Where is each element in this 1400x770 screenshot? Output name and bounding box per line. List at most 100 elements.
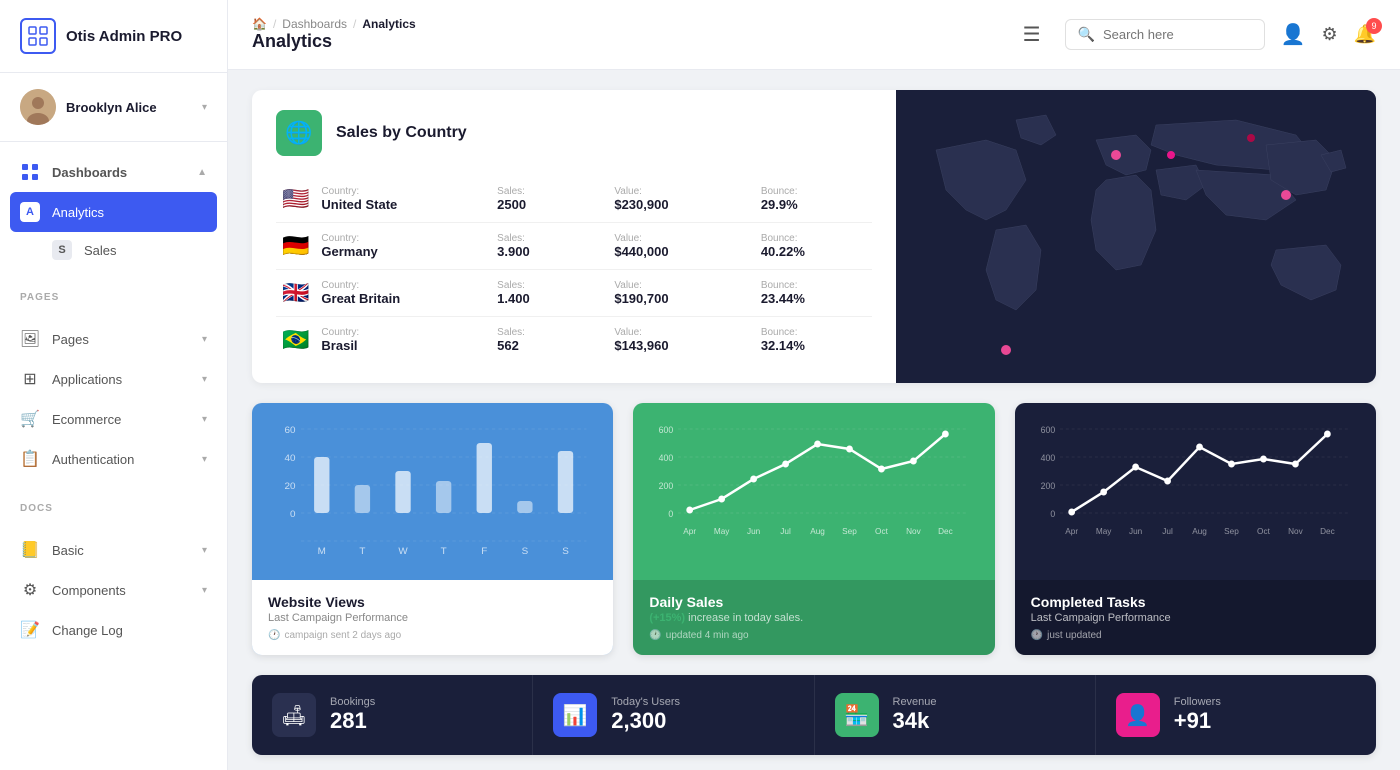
- clock-icon: 🕐: [268, 630, 280, 641]
- stat-value-revenue: 34k: [893, 708, 937, 734]
- stat-text-today_users: Today's Users 2,300: [611, 696, 680, 734]
- stat-value-bookings: 281: [330, 708, 375, 734]
- website-views-title: Website Views: [268, 594, 597, 610]
- stat-icon-followers: 👤: [1116, 693, 1160, 737]
- country-table: 🇺🇸 Country: United State Sales: 2500 Val…: [276, 176, 872, 363]
- stat-label-followers: Followers: [1174, 696, 1221, 708]
- stat-label-today_users: Today's Users: [611, 696, 680, 708]
- daily-sales-card: 600 400 200 0: [633, 403, 994, 655]
- breadcrumb-sep1: /: [273, 17, 276, 31]
- globe-icon: 🌐: [276, 110, 322, 156]
- daily-sales-chart: 600 400 200 0: [633, 403, 994, 580]
- country-cell: Country: Brasil: [315, 317, 491, 364]
- stat-item-followers: 👤 Followers +91: [1096, 675, 1376, 755]
- page-content: 🌐 Sales by Country 🇺🇸 Country: United St…: [228, 70, 1400, 770]
- sidebar-item-pages[interactable]: 🖼 Pages ▾: [0, 319, 227, 359]
- sidebar-item-basic[interactable]: 📒 Basic ▾: [0, 530, 227, 570]
- breadcrumb-current: Analytics: [362, 17, 415, 31]
- completed-tasks-time: 🕐 just updated: [1031, 630, 1360, 641]
- svg-text:Sep: Sep: [843, 526, 858, 536]
- sidebar-item-dashboards[interactable]: Dashboards ▲: [0, 152, 227, 192]
- bar-chart-svg: 60 40 20 0 M T: [268, 419, 597, 559]
- country-flag: 🇬🇧: [276, 270, 315, 317]
- sidebar: Otis Admin PRO Brooklyn Alice ▾ Dashboar: [0, 0, 228, 770]
- website-views-subtitle: Last Campaign Performance: [268, 612, 597, 624]
- sales-cell: Sales: 1.400: [491, 270, 608, 317]
- completed-tasks-info: Completed Tasks Last Campaign Performanc…: [1015, 580, 1376, 655]
- docs-section-label: DOCS: [0, 489, 227, 520]
- country-name: Germany: [321, 244, 485, 259]
- completed-tasks-title: Completed Tasks: [1031, 594, 1360, 610]
- sidebar-item-analytics[interactable]: A Analytics: [10, 192, 217, 232]
- country-cell: Country: Germany: [315, 223, 491, 270]
- sales-cell: Sales: 562: [491, 317, 608, 364]
- dashboards-label: Dashboards: [52, 165, 185, 180]
- value-cell: Value: $143,960: [608, 317, 754, 364]
- user-name: Brooklyn Alice: [66, 100, 192, 115]
- svg-text:60: 60: [284, 425, 295, 435]
- svg-text:Dec: Dec: [938, 526, 953, 536]
- sales-by-country-card: 🌐 Sales by Country 🇺🇸 Country: United St…: [252, 90, 1376, 383]
- value-cell: Value: $230,900: [608, 176, 754, 223]
- svg-text:May: May: [714, 526, 730, 536]
- sidebar-item-ecommerce[interactable]: 🛒 Ecommerce ▾: [0, 399, 227, 439]
- svg-text:T: T: [359, 546, 365, 556]
- country-name: Great Britain: [321, 291, 485, 306]
- dashboards-chevron-icon: ▲: [197, 167, 207, 178]
- sidebar-item-components[interactable]: ⚙ Components ▾: [0, 570, 227, 610]
- svg-text:W: W: [398, 546, 407, 556]
- stat-icon-revenue: 🏪: [835, 693, 879, 737]
- website-views-chart: 60 40 20 0 M T: [252, 403, 613, 580]
- svg-text:Oct: Oct: [1257, 526, 1270, 536]
- map-svg: [896, 90, 1376, 370]
- authentication-label: Authentication: [52, 452, 190, 467]
- search-input[interactable]: [1103, 27, 1252, 42]
- stats-row: 🛋 Bookings 281 📊 Today's Users 2,300 🏪 R…: [252, 675, 1376, 755]
- settings-icon[interactable]: ⚙: [1321, 24, 1337, 45]
- country-name: United State: [321, 197, 485, 212]
- svg-text:0: 0: [669, 509, 674, 519]
- completed-tasks-chart: 600 400 200 0: [1015, 403, 1376, 580]
- stat-item-today_users: 📊 Today's Users 2,300: [533, 675, 814, 755]
- completed-tasks-card: 600 400 200 0: [1015, 403, 1376, 655]
- svg-text:200: 200: [659, 481, 674, 491]
- table-row: 🇺🇸 Country: United State Sales: 2500 Val…: [276, 176, 872, 223]
- sales-label: Sales: [84, 243, 207, 258]
- hamburger-icon[interactable]: ☰: [1023, 22, 1041, 47]
- svg-text:Jun: Jun: [1129, 526, 1143, 536]
- card-header: 🌐 Sales by Country: [276, 110, 872, 156]
- ecommerce-icon: 🛒: [20, 409, 40, 429]
- svg-text:600: 600: [1040, 425, 1055, 435]
- svg-text:May: May: [1096, 526, 1112, 536]
- changelog-label: Change Log: [52, 623, 207, 638]
- bounce-cell: Bounce: 40.22%: [755, 223, 872, 270]
- sidebar-item-sales[interactable]: S Sales: [0, 232, 227, 268]
- table-row: 🇧🇷 Country: Brasil Sales: 562 Value: $14…: [276, 317, 872, 364]
- daily-sales-time: 🕐 updated 4 min ago: [649, 630, 978, 641]
- daily-sales-title: Daily Sales: [649, 594, 978, 610]
- user-section[interactable]: Brooklyn Alice ▾: [0, 73, 227, 142]
- notifications-icon[interactable]: 🔔 9: [1354, 24, 1376, 45]
- svg-text:Apr: Apr: [684, 526, 697, 536]
- ecommerce-chevron-icon: ▾: [202, 414, 207, 425]
- search-box[interactable]: 🔍: [1065, 19, 1265, 50]
- svg-text:S: S: [562, 546, 569, 556]
- sidebar-item-changelog[interactable]: 📝 Change Log: [0, 610, 227, 650]
- user-profile-icon[interactable]: 👤: [1281, 22, 1306, 47]
- line-chart-green-svg: 600 400 200 0: [649, 419, 978, 559]
- pages-nav: 🖼 Pages ▾ ⊞ Applications ▾ 🛒 Ecommerce ▾…: [0, 309, 227, 489]
- charts-row: 60 40 20 0 M T: [252, 403, 1376, 655]
- svg-text:Oct: Oct: [875, 526, 888, 536]
- svg-text:Nov: Nov: [906, 526, 921, 536]
- svg-text:0: 0: [290, 509, 295, 519]
- stat-label-revenue: Revenue: [893, 696, 937, 708]
- country-flag: 🇩🇪: [276, 223, 315, 270]
- country-flag: 🇺🇸: [276, 176, 315, 223]
- sidebar-item-authentication[interactable]: 📋 Authentication ▾: [0, 439, 227, 479]
- country-name: Brasil: [321, 338, 485, 353]
- svg-text:F: F: [481, 546, 487, 556]
- logo-text: Otis Admin PRO: [66, 28, 182, 45]
- applications-chevron-icon: ▾: [202, 374, 207, 385]
- sidebar-item-applications[interactable]: ⊞ Applications ▾: [0, 359, 227, 399]
- authentication-chevron-icon: ▾: [202, 454, 207, 465]
